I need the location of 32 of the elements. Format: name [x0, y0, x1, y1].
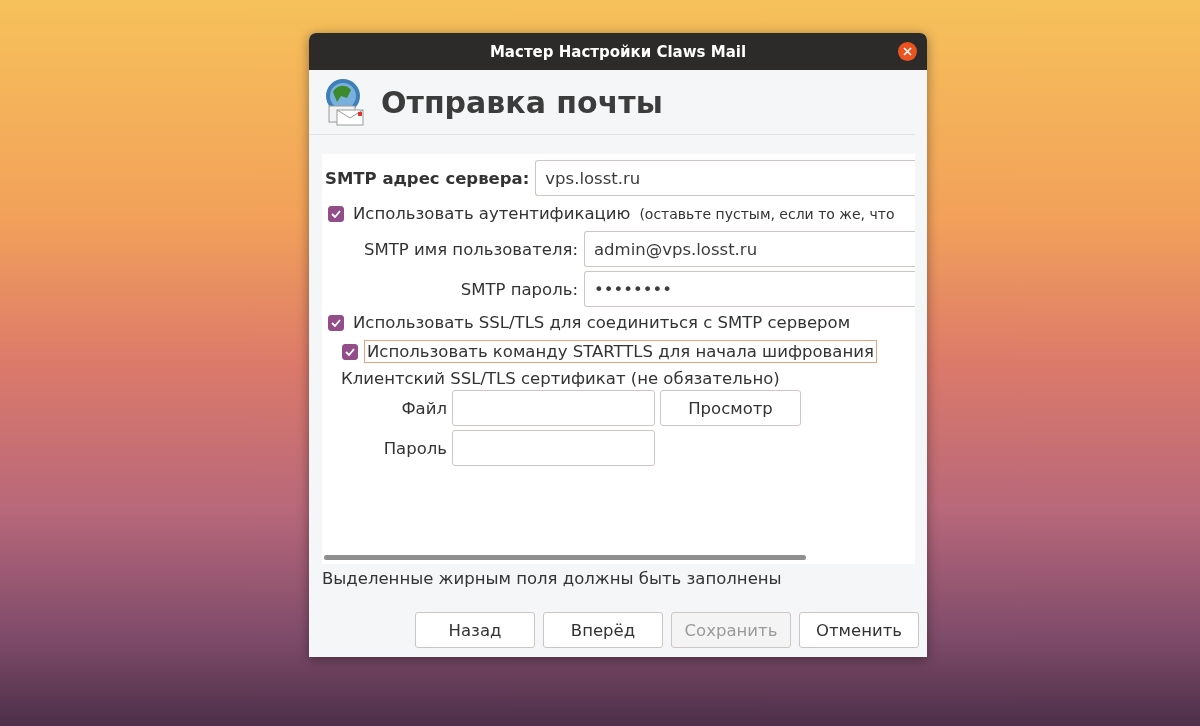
field-label: SMTP пароль: [459, 279, 578, 299]
close-icon [903, 47, 912, 56]
field-label: Файл [400, 398, 447, 418]
field-label: SMTP имя пользователя: [363, 239, 578, 259]
hint-text: (оставьте пустым, если то же, что [639, 205, 895, 222]
close-button[interactable] [898, 42, 917, 61]
section-label: Клиентский SSL/TLS сертификат (не обязательно) [341, 369, 780, 388]
checkbox-label[interactable]: Использовать команду STARTTLS для начала шифрования [364, 340, 877, 363]
field-label: Пароль [382, 438, 447, 458]
scrollbar[interactable] [324, 555, 806, 560]
checkmark-icon [345, 347, 355, 356]
input-field[interactable] [452, 430, 655, 466]
input-field[interactable] [452, 390, 655, 426]
window-title: Мастер Настройки Claws Mail [489, 42, 747, 61]
field-label: SMTP адрес сервера: [325, 168, 530, 188]
required-note: Выделенные жирным поля должны быть заполнены [322, 569, 783, 588]
checkbox[interactable] [328, 314, 344, 331]
checkbox[interactable] [328, 205, 344, 222]
checkbox-label[interactable]: Использовать аутентификацию [350, 202, 634, 225]
mail-app-icon [323, 78, 367, 126]
input-field[interactable]: vps.losst.ru [535, 160, 915, 196]
checkmark-icon [331, 318, 341, 327]
checkbox-label[interactable]: Использовать SSL/TLS для соединиться с SMTP сервером [350, 311, 854, 334]
page-title: Отправка почты [381, 84, 663, 120]
input-field[interactable]: admin@vps.losst.ru [584, 231, 915, 267]
dialog-button[interactable]: Вперёд [543, 612, 663, 648]
dialog-button[interactable]: Отменить [799, 612, 919, 648]
checkbox[interactable] [342, 343, 358, 360]
browse-button[interactable]: Просмотр [660, 390, 801, 426]
dialog-button[interactable]: Назад [415, 612, 535, 648]
input-field[interactable]: •••••••• [584, 271, 915, 307]
checkmark-icon [331, 209, 341, 218]
